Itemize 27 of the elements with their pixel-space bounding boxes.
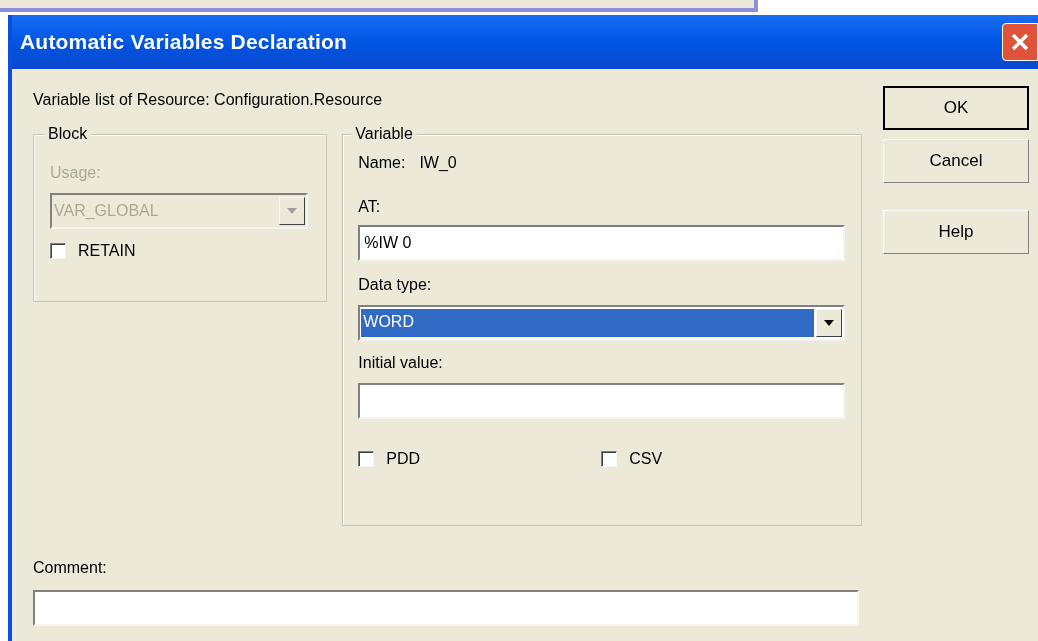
dropdown-button[interactable] xyxy=(816,309,843,337)
caret-icon xyxy=(824,320,835,326)
name-value: IW_0 xyxy=(419,153,457,173)
name-label: Name: xyxy=(358,153,406,173)
usage-label: Usage: xyxy=(50,163,102,183)
dialog-button[interactable]: OK xyxy=(883,86,1029,130)
comment-label: Comment: xyxy=(33,558,108,578)
close-icon xyxy=(1010,32,1030,52)
dialog-button[interactable]: Help xyxy=(883,210,1029,254)
checkbox[interactable] xyxy=(50,243,66,259)
initial-value-label: Initial value: xyxy=(358,353,444,373)
window-title: Automatic Variables Declaration xyxy=(20,29,348,56)
data-type-label: Data type: xyxy=(358,275,433,295)
initial-value-field[interactable] xyxy=(358,383,846,419)
checkbox-label: RETAIN xyxy=(78,241,136,261)
dialog-button[interactable]: Cancel xyxy=(883,139,1029,183)
data-type-dropdown[interactable]: WORD xyxy=(358,305,846,341)
checkbox-label: PDD xyxy=(386,449,421,469)
comment-field[interactable] xyxy=(33,590,859,626)
close-button[interactable] xyxy=(1002,23,1038,61)
resource-heading: Variable list of Resource: Configuration.Resource xyxy=(33,90,384,110)
checkbox[interactable] xyxy=(601,451,618,467)
at-label: AT: xyxy=(358,197,382,217)
at-field[interactable]: %IW 0 xyxy=(358,225,846,261)
checkbox[interactable] xyxy=(358,451,375,467)
checkbox-label: CSV xyxy=(629,449,663,469)
caret-icon xyxy=(287,208,297,214)
